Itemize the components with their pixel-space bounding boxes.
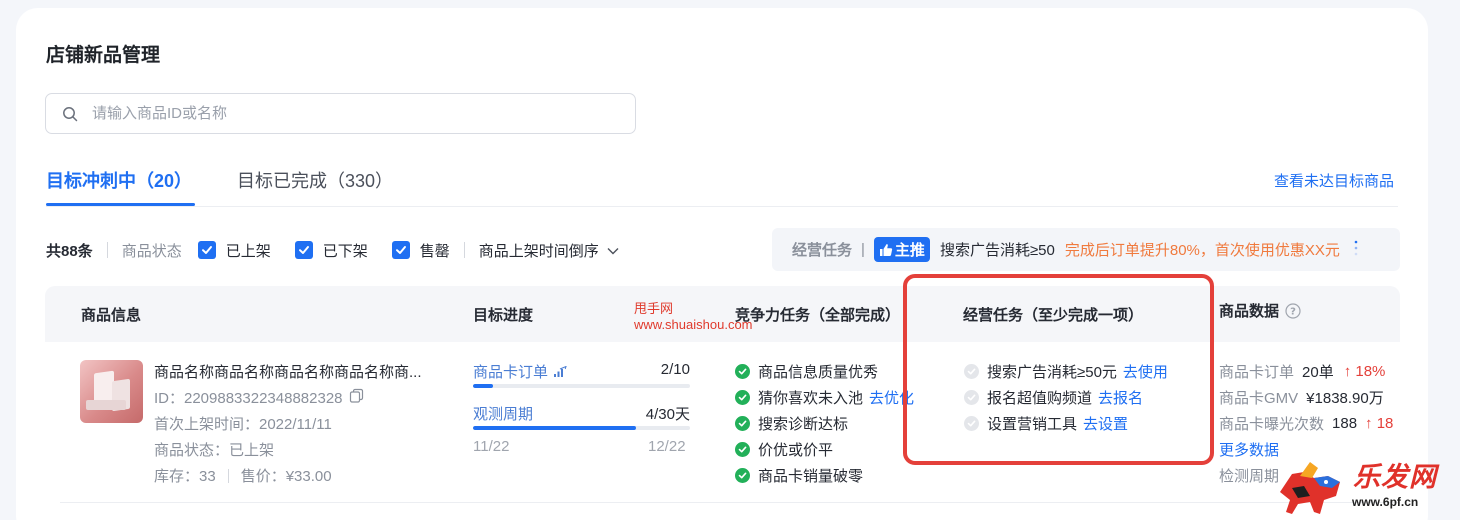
svg-text:?: ? (1290, 306, 1296, 317)
highlight-box (903, 274, 1214, 465)
product-stock: 库存：33 (154, 468, 216, 485)
check-circle-icon (735, 416, 750, 431)
competition-task: 搜索诊断达标 (735, 413, 848, 434)
more-dots-icon[interactable] (1354, 239, 1358, 261)
copy-icon[interactable] (349, 388, 364, 407)
checkbox-label: 已上架 (225, 242, 271, 260)
search-icon (62, 106, 78, 122)
stat-change: ↑ 18 (1365, 415, 1394, 432)
tabs-divider (46, 206, 1398, 207)
header-data-label: 商品数据 (1219, 303, 1280, 320)
checkbox-checked-icon[interactable] (294, 241, 313, 259)
header-competition: 竞争力任务（全部完成） (735, 307, 901, 324)
checkbox-label: 已下架 (322, 242, 368, 260)
product-listed-date: 首次上架时间：2022/11/11 (154, 416, 332, 433)
check-circle-icon (735, 390, 750, 405)
goal-order-progress (473, 384, 690, 388)
competition-task-label: 商品卡销量破零 (758, 468, 864, 485)
product-thumbnail[interactable] (80, 360, 143, 423)
stat-value: 20单 (1302, 364, 1334, 381)
sort-dropdown[interactable]: 商品上架时间倒序 (479, 240, 619, 261)
competition-task-label: 价优或价平 (758, 442, 834, 459)
competition-task: 商品卡销量破零 (735, 465, 863, 486)
stat-key: 商品卡GMV (1219, 390, 1299, 407)
stat-row: 商品卡曝光次数 188 ↑ 18 (1219, 413, 1400, 434)
checkbox-listed[interactable]: 已上架 (197, 240, 271, 261)
help-icon[interactable]: ? (1285, 302, 1301, 319)
product-stock-price: 库存：33 售价：¥33.00 (154, 465, 332, 486)
status-filter-label: 商品状态 (121, 242, 182, 260)
banner-separator: | (861, 241, 865, 258)
tab-in-progress[interactable]: 目标冲刺中（20） (46, 167, 192, 193)
product-name[interactable]: 商品名称商品名称商品名称商品名称商... (154, 361, 422, 382)
check-circle-icon (735, 468, 750, 483)
check-circle-icon (735, 364, 750, 379)
product-price: 售价：¥33.00 (240, 468, 332, 485)
goal-order-value: 2/10 (660, 361, 690, 378)
stat-key: 商品卡订单 (1219, 364, 1295, 381)
goal-order-fill (473, 384, 493, 388)
stat-value: ¥1838.90万 (1306, 390, 1384, 407)
banner-title: 经营任务 (792, 242, 853, 259)
competition-task: 商品信息质量优秀 (735, 361, 878, 382)
thumbs-up-icon (879, 243, 893, 256)
search-box[interactable] (45, 93, 636, 134)
stat-change: ↑ 18% (1343, 363, 1386, 380)
header-data: 商品数据 ? (1219, 300, 1301, 321)
divider (106, 242, 108, 258)
product-id: ID：2209883322348882328 (154, 387, 364, 408)
check-circle-icon (735, 442, 750, 457)
checkbox-delisted[interactable]: 已下架 (294, 240, 368, 261)
checkbox-soldout[interactable]: 售罄 (391, 240, 450, 261)
goal-cycle-value: 4/30天 (645, 406, 690, 423)
stat-key: 商品卡曝光次数 (1219, 416, 1325, 433)
product-id-text: ID：2209883322348882328 (154, 390, 343, 407)
watermark-name: 甩手网 (634, 301, 674, 316)
badge-label: 主推 (894, 242, 925, 259)
checkbox-checked-icon[interactable] (197, 241, 216, 259)
sort-label: 商品上架时间倒序 (478, 242, 599, 260)
header-progress: 目标进度 (473, 307, 534, 324)
goal-cycle-fill (473, 426, 636, 430)
cycle-start-date: 11/22 (473, 438, 510, 455)
goal-cycle-label: 观测周期 (473, 406, 534, 423)
goal-order-text: 商品卡订单 (473, 364, 549, 381)
competition-task-label: 猜你喜欢未入池 (758, 390, 864, 407)
checkbox-checked-icon[interactable] (391, 241, 410, 259)
competition-task-label: 搜索诊断达标 (758, 416, 849, 433)
watermark-url: www.shuaishou.com (634, 317, 753, 332)
stat-row: 商品卡订单 20单 ↑ 18% (1219, 361, 1385, 382)
featured-badge: 主推 (873, 237, 930, 262)
competition-task-label: 商品信息质量优秀 (758, 364, 879, 381)
tab-completed[interactable]: 目标已完成（330） (237, 167, 393, 193)
product-status: 商品状态：已上架 (154, 442, 275, 459)
stat-value: 188 (1332, 415, 1358, 432)
signal-icon (554, 366, 567, 377)
goal-cycle-progress (473, 426, 690, 430)
divider (227, 468, 229, 483)
banner-promo: 完成后订单提升80%，首次使用优惠XX元 (1064, 242, 1340, 259)
competition-task: 价优或价平 (735, 439, 833, 460)
search-input[interactable] (92, 105, 592, 122)
banner-task: 搜索广告消耗≥50 (939, 242, 1055, 259)
operation-task-banner: 经营任务 | 主推 搜索广告消耗≥50 完成后订单提升80%，首次使用优惠XX元 (772, 228, 1400, 271)
site-logo-url: www.6pf.cn (1352, 495, 1419, 509)
header-product-info: 商品信息 (81, 307, 142, 324)
row-divider (60, 502, 1400, 503)
site-logo-text: 乐发网 (1353, 462, 1437, 492)
total-count: 共88条 (46, 242, 93, 260)
goal-order-label: 商品卡订单 (473, 361, 567, 382)
view-unmet-link[interactable]: 查看未达目标商品 (1274, 170, 1394, 191)
page-title: 店铺新品管理 (46, 45, 161, 66)
stat-row: 商品卡GMV ¥1838.90万 (1219, 387, 1384, 408)
checkbox-label: 售罄 (419, 242, 450, 260)
filter-bar: 共88条 商品状态 已上架 已下架 售罄 商品上架时间倒序 (46, 238, 619, 262)
chevron-down-icon (607, 242, 619, 259)
competition-task: 猜你喜欢未入池 去优化 (735, 387, 914, 408)
cycle-end-date: 12/22 (648, 438, 686, 455)
divider (463, 242, 465, 258)
